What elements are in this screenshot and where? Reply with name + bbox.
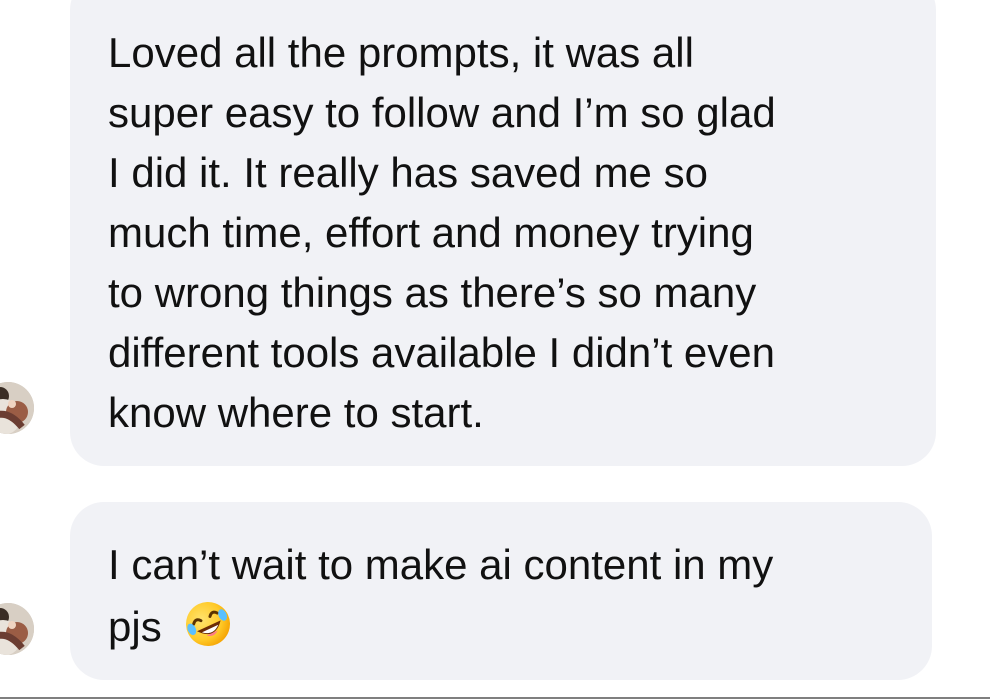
message-row: Loved all the prompts, it was all super …: [0, 0, 990, 468]
avatar[interactable]: [0, 382, 34, 434]
message-text-line: much time, effort and money trying: [108, 209, 754, 256]
message-text-line: different tools available I didn’t even: [108, 329, 775, 376]
message-text-fragment: pjs: [108, 603, 162, 650]
incoming-message-bubble[interactable]: Loved all the prompts, it was all super …: [70, 0, 936, 466]
message-text-line: know where to start.: [108, 389, 484, 436]
avatar[interactable]: [0, 603, 34, 655]
message-row: I can’t wait to make ai content in my pj…: [0, 502, 990, 682]
message-text-line: super easy to follow and I’m so glad: [108, 89, 776, 136]
profile-avatar-icon: [0, 382, 34, 434]
message-text-line: I can’t wait to make ai content in my: [108, 541, 774, 588]
rolling-on-floor-laughing-emoji-icon: [179, 595, 237, 653]
incoming-message-bubble[interactable]: I can’t wait to make ai content in my pj…: [70, 502, 932, 680]
message-text-line: I did it. It really has saved me so: [108, 149, 708, 196]
chat-screen: Loved all the prompts, it was all super …: [0, 0, 990, 699]
message-text-line: to wrong things as there’s so many: [108, 269, 757, 316]
message-text-line: Loved all the prompts, it was all: [108, 29, 694, 76]
profile-avatar-icon: [0, 603, 34, 655]
message-text-line: pjs: [108, 595, 894, 657]
